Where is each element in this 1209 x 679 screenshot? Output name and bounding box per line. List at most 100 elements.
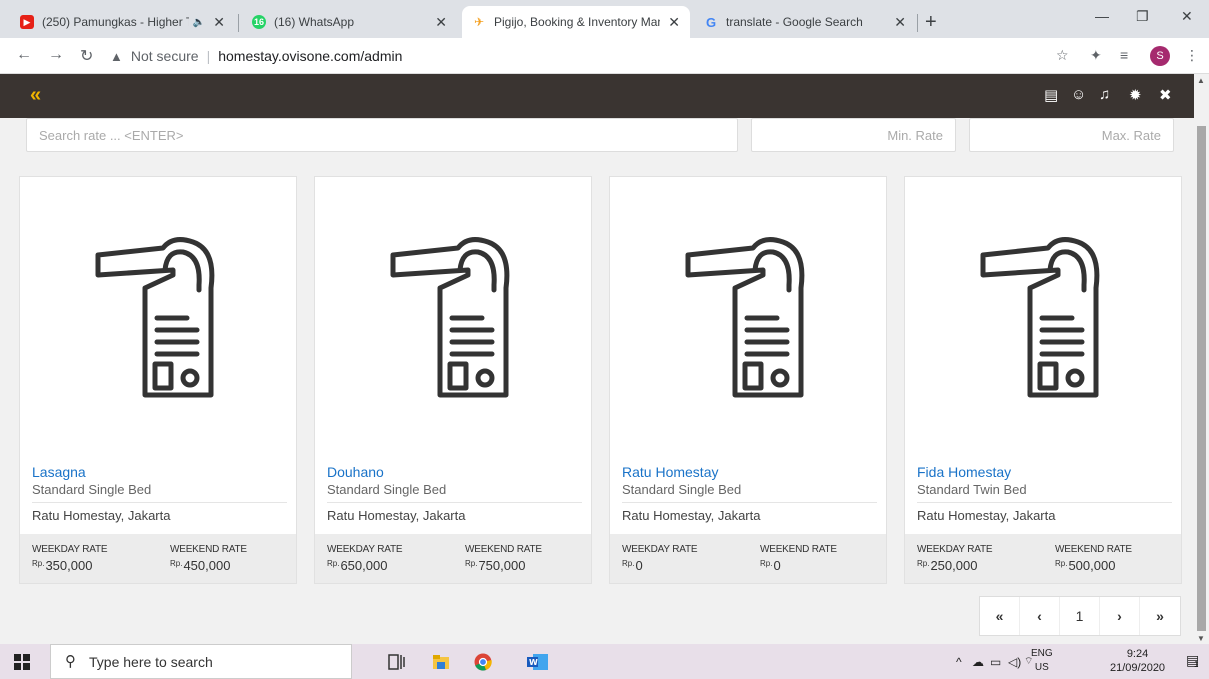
room-name[interactable]: Fida Homestay <box>917 464 1011 480</box>
document-icon[interactable]: ▤ <box>1044 86 1058 104</box>
gear-icon[interactable]: ✹ <box>1129 86 1142 104</box>
chrome-icon[interactable] <box>474 653 492 671</box>
min-rate-input[interactable]: Min. Rate <box>751 118 956 152</box>
close-icon[interactable]: ✕ <box>894 14 906 31</box>
page-number-button[interactable]: 1 <box>1060 597 1100 635</box>
close-icon[interactable]: ✕ <box>668 14 680 31</box>
weekday-rate-value: Rp.250,000 <box>917 558 978 573</box>
scroll-down-icon[interactable]: ▼ <box>1197 634 1205 643</box>
room-location: Ratu Homestay, Jakarta <box>622 508 761 523</box>
extensions-icon[interactable]: ✦ <box>1090 47 1102 64</box>
room-image <box>20 177 296 453</box>
weekend-rate: WEEKEND RATE Rp.0 <box>760 544 837 573</box>
google-icon: G <box>705 14 717 30</box>
room-card[interactable]: Fida Homestay Standard Twin Bed Ratu Hom… <box>904 176 1182 584</box>
task-view-icon[interactable] <box>388 653 406 671</box>
pigijo-icon: ✈ <box>473 15 485 29</box>
weekday-rate-label: WEEKDAY RATE <box>327 544 403 555</box>
close-icon[interactable]: ✖ <box>1159 86 1172 104</box>
next-page-button[interactable]: › <box>1100 597 1140 635</box>
not-secure-label: Not secure <box>130 48 199 64</box>
room-name[interactable]: Ratu Homestay <box>622 464 718 480</box>
search-placeholder: Search rate ... <ENTER> <box>39 127 184 143</box>
windows-taskbar: ⚲ Type here to search W ^ ☁ ▭ ◁) ⌔ ENG U… <box>0 644 1209 679</box>
min-rate-placeholder: Min. Rate <box>887 127 943 143</box>
weekend-rate-label: WEEKEND RATE <box>465 544 542 555</box>
clock-time: 9:24 <box>1126 648 1149 660</box>
room-image <box>905 177 1181 453</box>
svg-text:W: W <box>529 658 538 667</box>
first-page-button[interactable]: « <box>980 597 1020 635</box>
restore-icon[interactable]: ❐ <box>1136 8 1149 25</box>
weekend-rate-label: WEEKEND RATE <box>170 544 247 555</box>
reading-list-icon[interactable]: ≡ <box>1120 47 1128 63</box>
chevron-up-icon[interactable]: ^ <box>956 655 962 669</box>
max-rate-input[interactable]: Max. Rate <box>969 118 1174 152</box>
battery-icon[interactable]: ▭ <box>990 655 1001 669</box>
weekend-rate: WEEKEND RATE Rp.500,000 <box>1055 544 1132 573</box>
profile-avatar[interactable]: S <box>1150 46 1170 66</box>
youtube-icon: ▶ <box>20 15 34 29</box>
door-hanger-icon <box>95 237 215 398</box>
room-type: Standard Twin Bed <box>917 482 1027 497</box>
scroll-up-icon[interactable]: ▲ <box>1197 76 1205 85</box>
search-rate-input[interactable]: Search rate ... <ENTER> <box>26 118 738 152</box>
tab-title: Pigijo, Booking & Inventory Man <box>494 15 661 29</box>
whatsapp-icon: 16 <box>252 15 266 29</box>
divider <box>32 502 287 503</box>
bell-icon[interactable]: ♫ <box>1099 86 1110 103</box>
browser-toolbar: ← → ↻ ▲ Not secure | homestay.ovisone.co… <box>0 38 1209 74</box>
weekend-rate-value: Rp.0 <box>760 558 781 573</box>
address-bar[interactable]: ▲ Not secure | homestay.ovisone.com/admi… <box>110 43 1090 69</box>
weekday-rate-label: WEEKDAY RATE <box>917 544 993 555</box>
close-icon[interactable]: ✕ <box>213 14 225 31</box>
tab-google[interactable]: G translate - Google Search ✕ <box>694 6 916 38</box>
speaker-icon[interactable]: 🔈 <box>193 17 205 28</box>
tab-separator <box>917 14 918 32</box>
room-type: Standard Single Bed <box>327 482 447 497</box>
room-card[interactable]: Ratu Homestay Standard Single Bed Ratu H… <box>609 176 887 584</box>
star-icon[interactable]: ☆ <box>1056 47 1069 64</box>
input-language[interactable]: ENG US <box>1031 647 1053 675</box>
warning-icon: ▲ <box>110 48 123 64</box>
minimize-icon[interactable]: — <box>1095 8 1109 24</box>
window-close-icon[interactable]: ✕ <box>1181 8 1193 25</box>
tab-youtube[interactable]: ▶ (250) Pamungkas - Higher Th 🔈 ✕ <box>10 6 235 38</box>
rate-panel: WEEKDAY RATE Rp.350,000 WEEKEND RATE Rp.… <box>20 534 296 583</box>
clock[interactable]: 9:24 21/09/2020 <box>1110 647 1165 675</box>
tab-title: (250) Pamungkas - Higher Th <box>42 15 189 29</box>
door-hanger-icon <box>980 237 1100 398</box>
scroll-thumb[interactable] <box>1197 126 1206 631</box>
tab-whatsapp[interactable]: 16 (16) WhatsApp ✕ <box>242 6 457 38</box>
room-name[interactable]: Douhano <box>327 464 384 480</box>
user-icon[interactable]: ☺ <box>1071 86 1086 103</box>
room-location: Ratu Homestay, Jakarta <box>917 508 1056 523</box>
forward-icon[interactable]: → <box>48 46 64 64</box>
page-scrollbar[interactable]: ▲ ▼ <box>1194 74 1209 644</box>
clock-date: 21/09/2020 <box>1110 662 1166 674</box>
room-name[interactable]: Lasagna <box>32 464 86 480</box>
close-icon[interactable]: ✕ <box>435 14 447 31</box>
lang-region: US <box>1034 662 1049 673</box>
prev-page-button[interactable]: ‹ <box>1020 597 1060 635</box>
room-card[interactable]: Lasagna Standard Single Bed Ratu Homesta… <box>19 176 297 584</box>
taskbar-search-input[interactable]: ⚲ Type here to search <box>50 644 352 679</box>
last-page-button[interactable]: » <box>1140 597 1180 635</box>
word-icon[interactable]: W <box>527 653 549 671</box>
volume-icon[interactable]: ◁) <box>1008 655 1021 669</box>
reload-icon[interactable]: ↻ <box>80 46 93 66</box>
pagination: « ‹ 1 › » <box>979 596 1181 636</box>
room-location: Ratu Homestay, Jakarta <box>32 508 171 523</box>
room-card[interactable]: Douhano Standard Single Bed Ratu Homesta… <box>314 176 592 584</box>
collapse-sidebar-icon[interactable]: « <box>30 84 41 107</box>
weekday-rate-label: WEEKDAY RATE <box>622 544 698 555</box>
menu-icon[interactable]: ⋮ <box>1185 47 1199 64</box>
back-icon[interactable]: ← <box>16 46 32 64</box>
weekday-rate: WEEKDAY RATE Rp.0 <box>622 544 698 573</box>
new-tab-icon[interactable]: + <box>925 11 937 34</box>
file-explorer-icon[interactable] <box>432 653 450 671</box>
tab-pigijo[interactable]: ✈ Pigijo, Booking & Inventory Man ✕ <box>462 6 690 38</box>
windows-start-icon[interactable] <box>14 654 30 670</box>
weekend-rate-value: Rp.500,000 <box>1055 558 1116 573</box>
onedrive-icon[interactable]: ☁ <box>972 655 984 669</box>
